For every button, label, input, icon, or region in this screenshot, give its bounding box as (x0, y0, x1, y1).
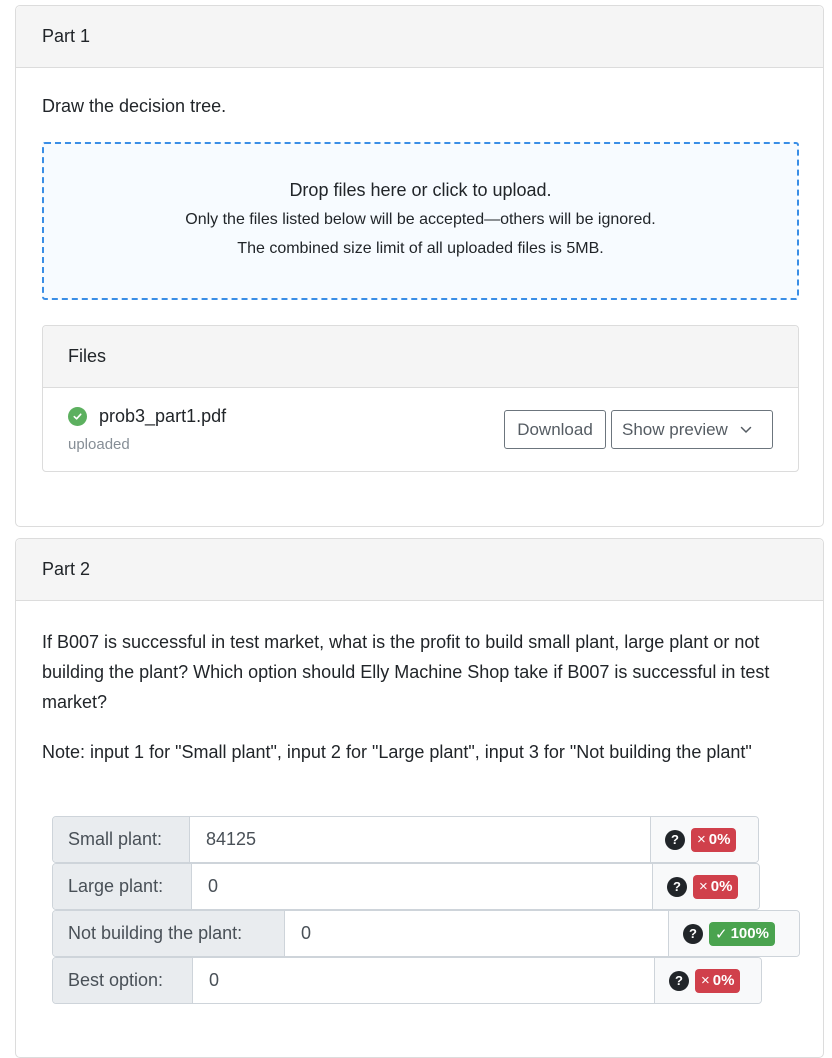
show-preview-button[interactable]: Show preview (611, 410, 773, 449)
x-icon: × (701, 972, 710, 989)
help-icon[interactable]: ? (667, 876, 687, 897)
part2-title: Part 2 (42, 559, 91, 579)
small-plant-input[interactable] (190, 817, 650, 862)
help-icon[interactable]: ? (683, 923, 703, 944)
part2-header: Part 2 (16, 539, 823, 601)
large-plant-input[interactable] (192, 864, 652, 909)
large-plant-feedback: ? × 0% (652, 864, 759, 909)
score-value: 0% (710, 878, 733, 895)
chevron-down-icon (740, 426, 752, 434)
dropzone-accepted-note: Only the files listed below will be acce… (185, 211, 656, 228)
score-value: 0% (708, 831, 731, 848)
part1-header: Part 1 (16, 6, 823, 68)
score-badge: × 0% (693, 874, 739, 899)
not-building-input-group: Not building the plant: ? ✓ 100% (52, 910, 800, 957)
file-dropzone[interactable]: Drop files here or click to upload. Only… (42, 142, 799, 300)
files-title: Files (68, 346, 107, 366)
dropzone-size-limit-note: The combined size limit of all uploaded … (237, 240, 604, 257)
help-icon[interactable]: ? (669, 970, 689, 991)
best-option-input[interactable] (193, 958, 654, 1003)
part1-instruction: Draw the decision tree. (42, 96, 227, 116)
file-item: prob3_part1.pdf uploaded Download Show p… (43, 388, 798, 472)
score-value: 100% (730, 925, 769, 942)
part1-card: Part 1 Draw the decision tree. Drop file… (15, 5, 824, 527)
check-circle-icon (68, 407, 87, 426)
not-building-input[interactable] (285, 911, 668, 956)
part2-card: Part 2 If B007 is successful in test mar… (15, 538, 824, 1058)
download-button[interactable]: Download (504, 410, 606, 449)
best-option-label: Best option: (53, 958, 193, 1003)
small-plant-feedback: ? × 0% (650, 817, 758, 862)
file-name: prob3_part1.pdf (99, 406, 227, 426)
part2-question: If B007 is successful in test market, wh… (42, 632, 770, 712)
large-plant-label: Large plant: (53, 864, 192, 909)
check-icon: ✓ (715, 925, 728, 943)
part2-note: Note: input 1 for "Small plant", input 2… (42, 742, 752, 762)
show-preview-label: Show preview (622, 419, 728, 439)
not-building-label: Not building the plant: (53, 911, 285, 956)
file-status: uploaded (68, 436, 130, 453)
files-header: Files (43, 326, 798, 388)
small-plant-label: Small plant: (53, 817, 190, 862)
not-building-feedback: ? ✓ 100% (668, 911, 799, 956)
x-icon: × (697, 831, 706, 848)
small-plant-input-group: Small plant: ? × 0% (52, 816, 759, 863)
help-icon[interactable]: ? (665, 829, 685, 850)
part1-title: Part 1 (42, 26, 91, 46)
best-option-input-group: Best option: ? × 0% (52, 957, 762, 1004)
score-badge: × 0% (691, 827, 737, 852)
score-value: 0% (712, 972, 735, 989)
files-panel: Files prob3_part1.pdf uploaded Download … (42, 325, 799, 472)
score-badge: ✓ 100% (709, 921, 775, 946)
score-badge: × 0% (695, 968, 741, 993)
best-option-feedback: ? × 0% (654, 958, 761, 1003)
large-plant-input-group: Large plant: ? × 0% (52, 863, 760, 910)
x-icon: × (699, 878, 708, 895)
dropzone-main-text: Drop files here or click to upload. (289, 180, 552, 200)
